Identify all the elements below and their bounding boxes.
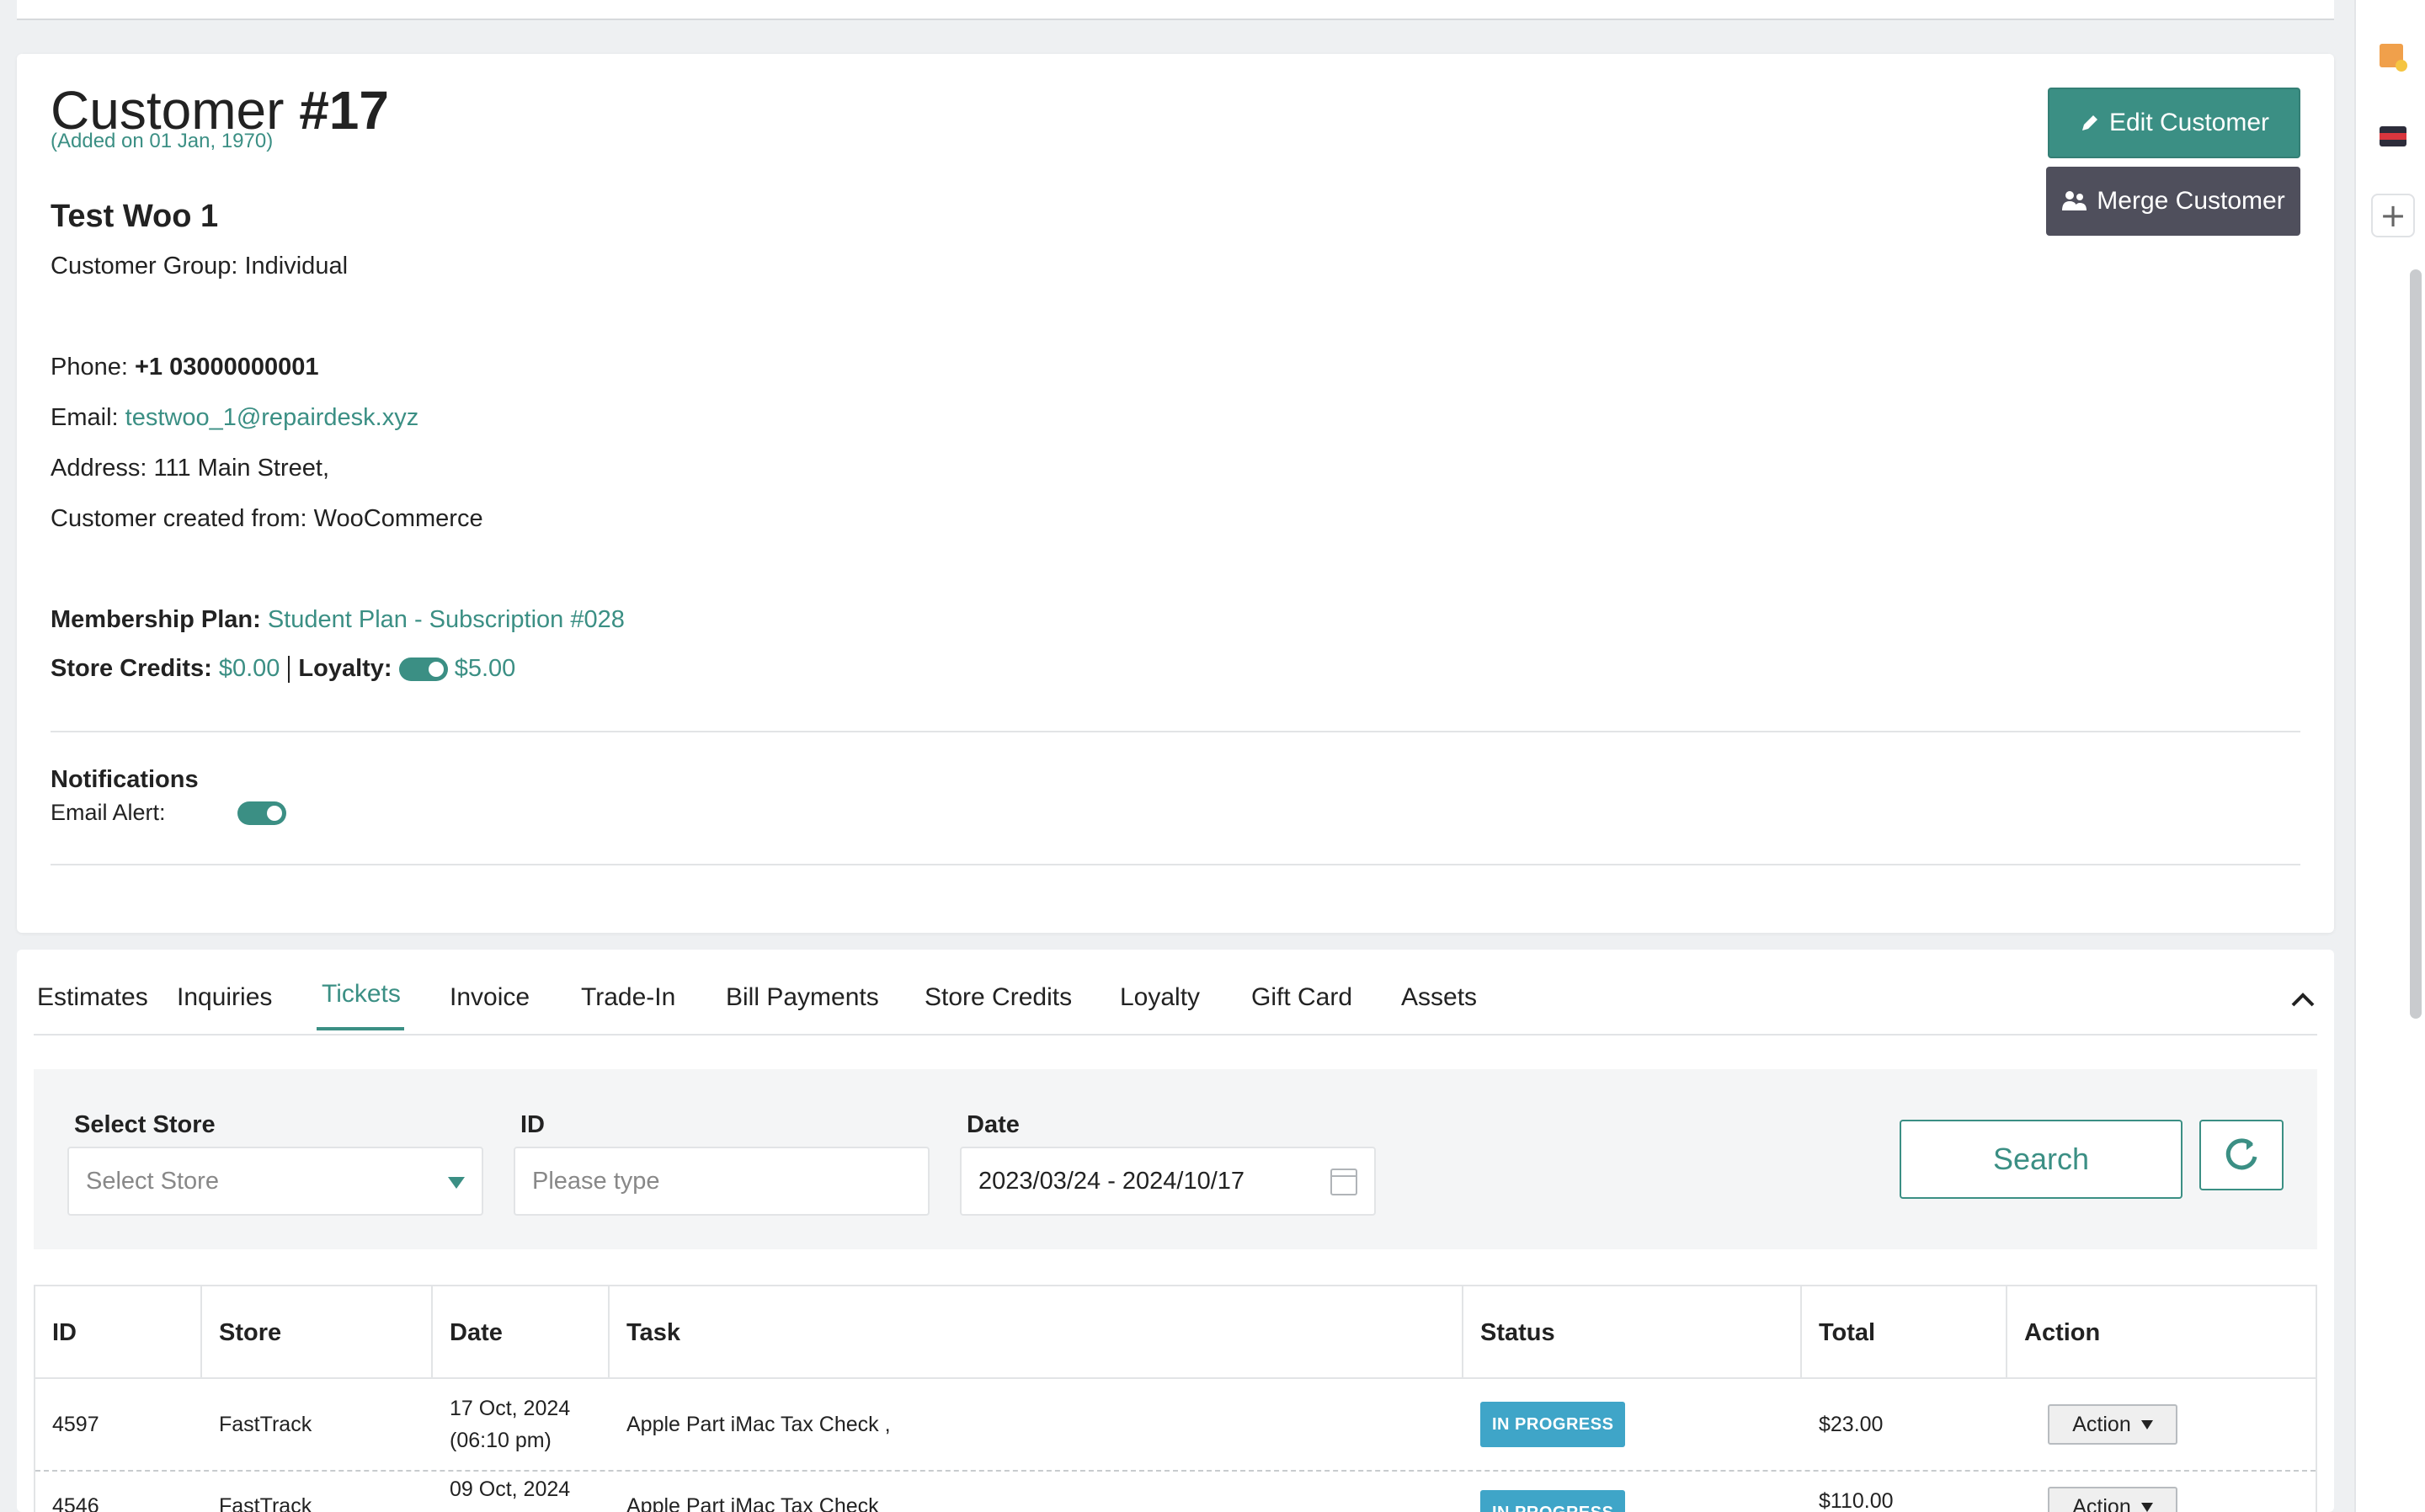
tickets-table: ID Store Date Task Status Total Action 4… xyxy=(34,1285,2317,1512)
tab-loyalty[interactable]: Loyalty xyxy=(1120,983,1200,1012)
address-line: Address: 111 Main Street, xyxy=(51,455,329,482)
merge-customer-button[interactable]: Merge Customer xyxy=(2046,167,2300,236)
email-line: Email: testwoo_1@repairdesk.xyz xyxy=(51,404,419,431)
tab-tickets[interactable]: Tickets xyxy=(322,980,401,1009)
edit-customer-button[interactable]: Edit Customer xyxy=(2048,88,2300,158)
wallet-icon[interactable] xyxy=(2378,121,2408,152)
divider xyxy=(51,731,2300,732)
date-filter-label: Date xyxy=(967,1111,1020,1138)
ticket-status: IN PROGRESS xyxy=(1463,1473,1626,1512)
column-header-task[interactable]: Task xyxy=(610,1286,1463,1379)
add-icon[interactable]: + xyxy=(2371,194,2415,237)
store-select[interactable]: Select Store xyxy=(67,1147,483,1216)
column-header-total[interactable]: Total xyxy=(1802,1286,2007,1379)
tab-estimates[interactable]: Estimates xyxy=(37,983,148,1012)
scrollbar-thumb[interactable] xyxy=(2410,269,2422,1019)
tab-bill-payments[interactable]: Bill Payments xyxy=(726,983,879,1012)
dropdown-caret-icon xyxy=(2140,1502,2153,1512)
dropdown-caret-icon xyxy=(2140,1419,2153,1429)
top-panel-edge xyxy=(17,0,2334,20)
loyalty-toggle[interactable] xyxy=(398,658,448,682)
membership-line: Membership Plan: Student Plan - Subscrip… xyxy=(51,606,625,633)
ticket-status: IN PROGRESS xyxy=(1463,1379,1626,1470)
dropdown-caret-icon xyxy=(448,1177,465,1189)
right-sidebar: + xyxy=(2354,0,2425,1512)
ticket-id[interactable]: 4597 xyxy=(35,1379,99,1470)
email-link[interactable]: testwoo_1@repairdesk.xyz xyxy=(125,404,419,431)
divider xyxy=(51,864,2300,865)
status-badge: IN PROGRESS xyxy=(1480,1490,1626,1512)
customer-details-card: Customer #17 (Added on 01 Jan, 1970) Edi… xyxy=(17,54,2334,933)
search-button[interactable]: Search xyxy=(1900,1120,2182,1199)
ticket-total: $23.00 xyxy=(1819,1413,1884,1436)
customer-name: Test Woo 1 xyxy=(51,199,219,234)
email-alert-toggle[interactable] xyxy=(237,801,286,825)
ticket-store: FastTrack xyxy=(219,1413,312,1436)
table-header: ID Store Date Task Status Total Action xyxy=(35,1286,2316,1379)
table-row[interactable]: 4597 FastTrack 17 Oct, 2024 (06:10 pm) A… xyxy=(35,1379,2316,1472)
tabs-divider xyxy=(34,1034,2317,1036)
phone-line: Phone: +1 03000000001 xyxy=(51,354,319,381)
customer-records-card: Estimates Inquiries Tickets Invoice Trad… xyxy=(17,950,2334,1512)
status-badge: IN PROGRESS xyxy=(1480,1402,1626,1447)
ticket-date: 09 Oct, 2024 xyxy=(450,1477,571,1501)
membership-plan-link[interactable]: Student Plan - Subscription #028 xyxy=(268,606,625,633)
ticket-action: Action xyxy=(2031,1379,2177,1470)
ticket-total: $110.00 xyxy=(1819,1489,1894,1512)
ticket-store: FastTrack xyxy=(219,1494,312,1512)
action-dropdown-button[interactable]: Action xyxy=(2048,1404,2177,1445)
ticket-task: Apple Part iMac Tax Check xyxy=(626,1494,879,1512)
date-range-input[interactable]: 2023/03/24 - 2024/10/17 xyxy=(960,1147,1376,1216)
table-row[interactable]: 4546 FastTrack 09 Oct, 2024 Apple Part i… xyxy=(35,1473,2316,1512)
email-alert-label: Email Alert: xyxy=(51,800,166,825)
id-input[interactable]: Please type xyxy=(514,1147,930,1216)
separator xyxy=(288,656,290,684)
created-from-line: Customer created from: WooCommerce xyxy=(51,505,483,532)
collapse-chevron-icon[interactable] xyxy=(2290,985,2316,1014)
sticky-note-icon[interactable] xyxy=(2378,42,2408,72)
column-header-status[interactable]: Status xyxy=(1463,1286,1802,1379)
ticket-action: Action xyxy=(2031,1473,2177,1512)
active-tab-indicator xyxy=(317,1027,404,1030)
ticket-id[interactable]: 4546 xyxy=(35,1473,99,1512)
column-header-date[interactable]: Date xyxy=(433,1286,610,1379)
tab-trade-in[interactable]: Trade-In xyxy=(581,983,675,1012)
ticket-date: 17 Oct, 2024 (06:10 pm) xyxy=(450,1397,571,1452)
tab-assets[interactable]: Assets xyxy=(1401,983,1477,1012)
store-filter-label: Select Store xyxy=(74,1111,216,1138)
column-header-action: Action xyxy=(2024,1318,2101,1346)
ticket-filter-panel: Select Store Select Store ID Please type… xyxy=(34,1069,2317,1249)
store-credits-link[interactable]: $0.00 xyxy=(219,655,280,682)
tab-store-credits[interactable]: Store Credits xyxy=(925,983,1072,1012)
ticket-task: Apple Part iMac Tax Check , xyxy=(626,1413,891,1436)
notifications-heading: Notifications xyxy=(51,766,199,793)
action-dropdown-button[interactable]: Action xyxy=(2048,1487,2177,1512)
refresh-icon[interactable] xyxy=(2199,1120,2284,1190)
records-tabs: Estimates Inquiries Tickets Invoice Trad… xyxy=(17,980,2334,1034)
loyalty-value[interactable]: $5.00 xyxy=(455,655,516,682)
pencil-icon xyxy=(2081,115,2097,130)
users-icon xyxy=(2062,191,2087,210)
tab-inquiries[interactable]: Inquiries xyxy=(177,983,272,1012)
column-header-store[interactable]: Store xyxy=(202,1286,433,1379)
column-header-id[interactable]: ID xyxy=(35,1286,202,1379)
added-date: (Added on 01 Jan, 1970) xyxy=(51,130,274,152)
credits-line: Store Credits: $0.00 Loyalty: $5.00 xyxy=(51,655,516,684)
tab-invoice[interactable]: Invoice xyxy=(450,983,530,1012)
tab-gift-card[interactable]: Gift Card xyxy=(1251,983,1352,1012)
customer-group: Customer Group: Individual xyxy=(51,253,349,280)
id-filter-label: ID xyxy=(520,1111,545,1138)
calendar-icon[interactable] xyxy=(1330,1169,1357,1195)
